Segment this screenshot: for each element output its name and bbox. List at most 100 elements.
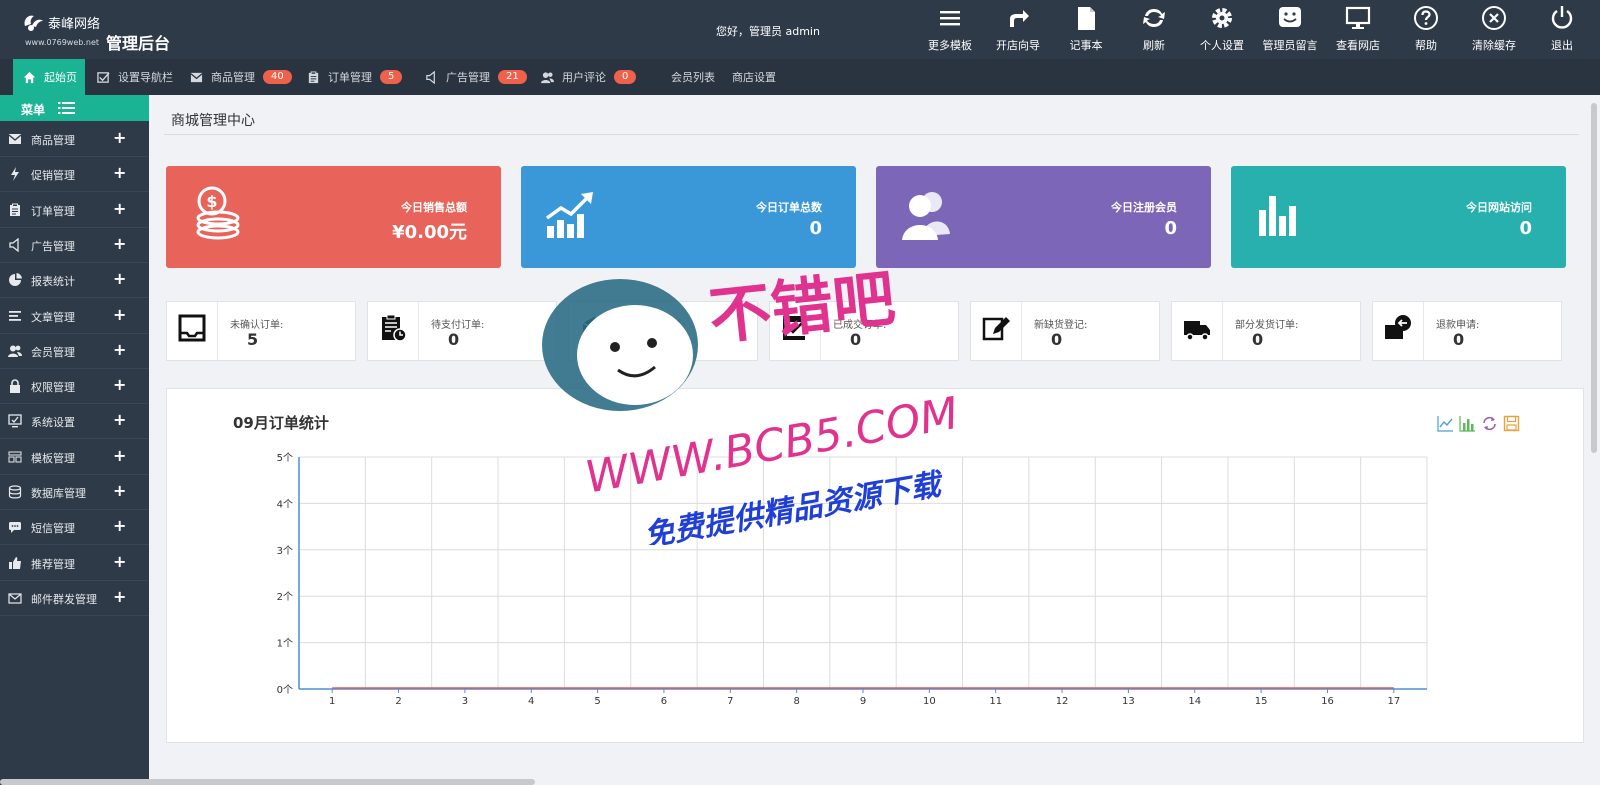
tool-label: 清除缓存 [1472,39,1516,52]
expand-plus-icon[interactable]: + [113,163,126,182]
view-store-button[interactable]: 查看网店 [1324,0,1392,59]
sidebar-item[interactable]: 推荐管理 + [0,545,149,581]
expand-plus-icon[interactable]: + [113,481,126,500]
sidebar-item[interactable]: 广告管理 + [0,227,149,263]
mini-card-out-of-stock[interactable]: 新缺货登记: 0 [970,301,1160,361]
expand-plus-icon[interactable]: + [113,305,126,324]
personal-settings-button[interactable]: 个人设置 [1188,0,1256,59]
y-tick-label: 5个 [277,452,293,464]
pie-chart-icon [9,273,22,287]
expand-plus-icon[interactable]: + [113,199,126,218]
stat-card-orders[interactable]: 今日订单总数 0 [521,166,856,268]
sidebar-item[interactable]: 订单管理 + [0,192,149,228]
gear-icon [1212,8,1232,28]
stat-card-sales[interactable]: $ 今日销售总额 ¥0.00元 [166,166,501,268]
nav-item-store-settings[interactable]: 商店设置 [732,59,776,95]
sidebar-item[interactable]: 短信管理 + [0,509,149,546]
mini-card-unpaid[interactable]: 待支付订单: 0 [367,301,557,361]
tool-label: 查看网店 [1336,39,1380,52]
menu-toggle[interactable]: 菜单 [0,95,149,121]
users-icon [8,345,22,357]
mini-label: 待支付订单: [431,320,485,331]
sidebar-item[interactable]: 会员管理 + [0,333,149,369]
sidebar-item[interactable]: 报表统计 + [0,262,149,299]
nav-item-ads[interactable]: 广告管理 21 [425,59,527,95]
nav-item-orders[interactable]: 订单管理 5 [307,59,403,95]
expand-plus-icon[interactable]: + [113,128,126,147]
refresh-icon [1143,9,1165,27]
vertical-scrollbar[interactable] [1590,95,1600,785]
x-tick-label: 17 [1387,696,1400,707]
more-templates-button[interactable]: 更多模板 [916,0,984,59]
tool-label: 记事本 [1069,39,1103,52]
nav-item-label: 商品管理 [211,71,255,84]
sidebar-item[interactable]: 文章管理 + [0,298,149,334]
sidebar-item-label: 短信管理 [31,522,75,536]
align-left-icon [9,310,21,321]
refresh-button[interactable]: 刷新 [1120,0,1188,59]
expand-plus-icon[interactable]: + [113,269,126,288]
mini-card-unconfirmed[interactable]: 未确认订单: 5 [166,301,356,361]
logout-button[interactable]: 退出 [1528,0,1596,59]
mini-label: 已成交订单: [833,320,887,331]
nav-item-reviews[interactable]: 用户评论 0 [541,59,637,95]
expand-plus-icon[interactable]: + [113,375,126,394]
bolt-icon [11,167,19,182]
clipboard-icon [308,70,319,83]
expand-plus-icon[interactable]: + [113,587,126,606]
sidebar-item[interactable]: 促销管理 + [0,156,149,193]
nav-item-nav-settings[interactable]: 设置导航栏 [97,59,173,95]
sidebar-item[interactable]: 系统设置 + [0,403,149,440]
sidebar-item[interactable]: 模板管理 + [0,439,149,475]
stat-card-members[interactable]: 今日注册会员 0 [876,166,1211,268]
count-badge: 5 [380,70,403,84]
sidebar-item[interactable]: 数据库管理 + [0,474,149,510]
sidebar-item[interactable]: 邮件群发管理 + [0,580,149,616]
admin-message-button[interactable]: 管理员留言 [1256,0,1324,59]
bar-chart-icon[interactable] [1459,415,1476,432]
mini-value: 0 [1453,330,1465,349]
top-header: 泰峰网络 www.0769web.net 管理后台 您好，管理员 admin 更… [0,0,1600,59]
nav-item-label: 订单管理 [328,71,372,84]
nav-item-products[interactable]: 商品管理 40 [190,59,292,95]
nav-item-home[interactable]: 起始页 [13,59,85,95]
save-icon[interactable] [1503,415,1520,432]
x-tick-label: 2 [395,696,401,707]
horizontal-scrollbar[interactable] [0,779,535,785]
mini-card-completed[interactable]: 已成交订单: 0 [769,301,959,361]
sidebar: 菜单 商品管理 + 促销管理 + 订单管理 + 广告管理 + 报表统计 + 文章管理 + 会员管理 + 权限… [0,95,149,785]
sidebar-item[interactable]: 权限管理 + [0,368,149,405]
expand-plus-icon[interactable]: + [113,446,126,465]
coins-icon: $ [196,186,240,240]
scrollbar-thumb[interactable] [1591,103,1597,453]
stat-card-visits[interactable]: 今日网站访问 0 [1231,166,1566,268]
brand[interactable]: 泰峰网络 www.0769web.net 管理后台 [22,12,182,53]
checklist-icon [783,316,805,340]
notepad-button[interactable]: 记事本 [1052,0,1120,59]
header-toolbar: 更多模板 开店向导 记事本 刷新 个人设置 管理员留言 查看网店 帮助 清除缓存… [916,0,1596,59]
expand-plus-icon[interactable]: + [113,410,126,429]
mini-card-to-ship[interactable]: 待发货订单: 0 [568,301,758,361]
expand-plus-icon[interactable]: + [113,552,126,571]
nav-item-label: 设置导航栏 [118,71,173,84]
mini-card-partial-ship[interactable]: 部分发货订单: 0 [1171,301,1361,361]
expand-plus-icon[interactable]: + [113,234,126,253]
nav-item-label: 用户评论 [562,71,606,84]
mini-card-refund[interactable]: 退款申请: 0 [1372,301,1562,361]
sidebar-item[interactable]: 商品管理 + [0,121,149,157]
nav-item-members[interactable]: 会员列表 [671,59,715,95]
line-chart-icon[interactable] [1437,415,1454,432]
tool-label: 退出 [1551,39,1573,52]
store-wizard-button[interactable]: 开店向导 [984,0,1052,59]
restore-icon[interactable] [1481,415,1498,432]
nav-item-label: 商店设置 [732,71,776,84]
expand-plus-icon[interactable]: + [113,516,126,535]
help-button[interactable]: 帮助 [1392,0,1460,59]
clear-cache-button[interactable]: 清除缓存 [1460,0,1528,59]
expand-plus-icon[interactable]: + [113,340,126,359]
divider [1222,302,1223,360]
stat-label: 今日网站访问 [1466,201,1532,214]
x-tick-label: 16 [1321,696,1334,707]
lock-icon [10,379,20,394]
stat-value: 0 [1519,218,1532,239]
